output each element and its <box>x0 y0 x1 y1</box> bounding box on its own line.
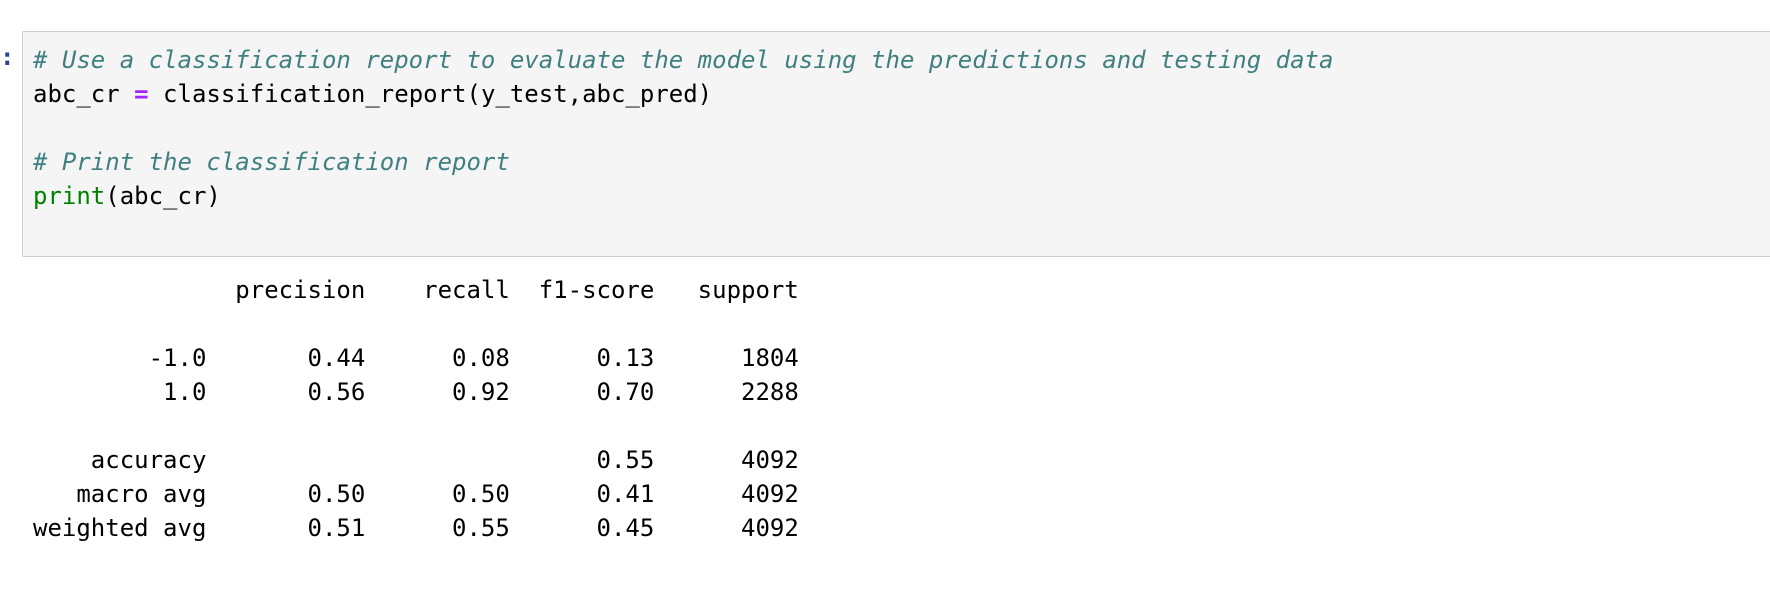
cell-output: precision recall f1-score support -1.0 0… <box>33 273 799 545</box>
code-operator: = <box>134 80 149 108</box>
report-row-class-1: 1.0 0.56 0.92 0.70 2288 <box>33 378 799 406</box>
code-comment: # Use a classification report to evaluat… <box>33 46 1334 74</box>
report-blank-row <box>33 307 799 341</box>
code-function-call: classification_report(y_test,abc_pred) <box>148 80 713 108</box>
code-line-print: print(abc_cr) <box>33 179 1333 213</box>
code-block[interactable]: # Use a classification report to evaluat… <box>33 43 1333 213</box>
code-cell-editor[interactable]: # Use a classification report to evaluat… <box>22 31 1770 257</box>
code-args: (abc_cr) <box>105 182 221 210</box>
code-line-comment: # Use a classification report to evaluat… <box>33 43 1333 77</box>
report-blank-row <box>33 409 799 443</box>
report-row-macro-avg: macro avg 0.50 0.50 0.41 4092 <box>33 480 799 508</box>
report-row-class-neg1: -1.0 0.44 0.08 0.13 1804 <box>33 344 799 372</box>
code-line-assignment: abc_cr = classification_report(y_test,ab… <box>33 77 1333 111</box>
code-line-comment: # Print the classification report <box>33 145 1333 179</box>
report-row-weighted-avg: weighted avg 0.51 0.55 0.45 4092 <box>33 514 799 542</box>
code-builtin: print <box>33 182 106 210</box>
code-variable: abc_cr <box>33 80 135 108</box>
report-header-row: precision recall f1-score support <box>33 276 799 304</box>
report-row-accuracy: accuracy 0.55 4092 <box>33 446 799 474</box>
cell-prompt: : <box>0 43 15 71</box>
code-comment: # Print the classification report <box>33 148 510 176</box>
